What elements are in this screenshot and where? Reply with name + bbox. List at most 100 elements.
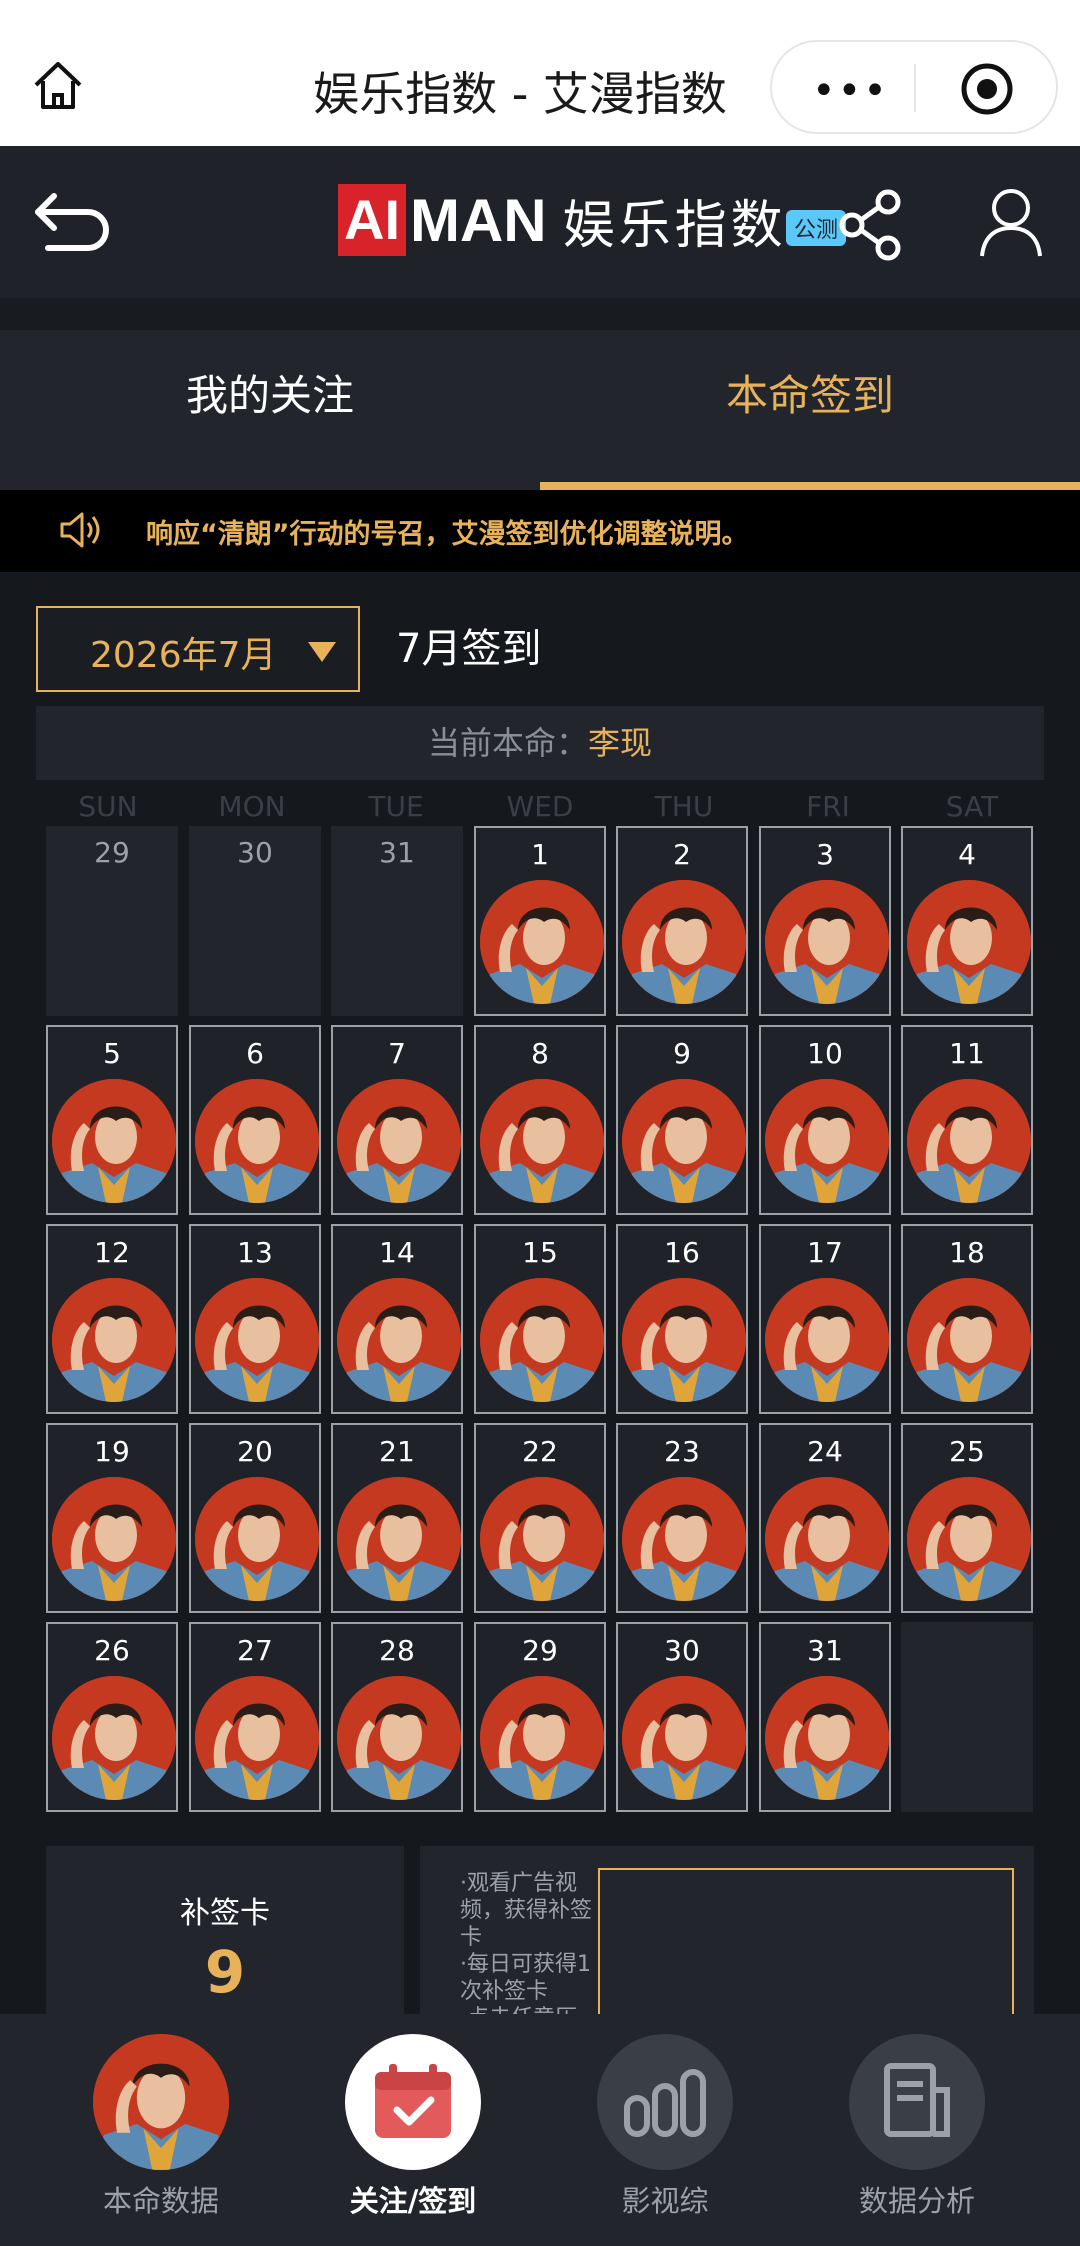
calendar-day-cell[interactable]: 28 bbox=[331, 1622, 463, 1812]
avatar bbox=[93, 2034, 229, 2170]
logo-chinese: 娱乐指数 bbox=[562, 195, 787, 256]
checkin-avatar bbox=[195, 1676, 319, 1800]
checkin-avatar bbox=[907, 1278, 1031, 1402]
checkin-avatar bbox=[622, 880, 746, 1004]
day-number: 24 bbox=[807, 1435, 843, 1468]
day-number: 19 bbox=[94, 1435, 130, 1468]
day-number: 16 bbox=[664, 1236, 700, 1269]
tab-my-follows[interactable]: 我的关注 bbox=[0, 330, 540, 490]
current-bias-label: 当前本命： bbox=[427, 724, 588, 762]
checkin-avatar bbox=[337, 1278, 461, 1402]
tabbar-label: 影视综 bbox=[621, 2184, 709, 2218]
current-bias-bar: 当前本命：李现 bbox=[36, 706, 1044, 780]
makeup-card-count: 9 bbox=[204, 1938, 246, 2006]
notice-banner[interactable]: 响应“清朗”行动的号召，艾漫签到优化调整说明。 bbox=[0, 490, 1080, 572]
calendar-day-cell[interactable]: 25 bbox=[901, 1423, 1033, 1613]
checkin-avatar bbox=[52, 1477, 176, 1601]
calendar-day-cell[interactable]: 9 bbox=[616, 1025, 748, 1215]
calendar-day-cell[interactable]: 21 bbox=[331, 1423, 463, 1613]
tabbar-item-follow-checkin[interactable]: 关注/签到 bbox=[288, 2034, 538, 2220]
tab-bias-checkin[interactable]: 本命签到 bbox=[540, 330, 1080, 490]
tab-bar-top: 我的关注 本命签到 bbox=[0, 330, 1080, 490]
calendar-day-cell[interactable]: 30 bbox=[616, 1622, 748, 1812]
month-dropdown[interactable]: 2026年7月 bbox=[36, 606, 360, 692]
calendar-day-cell[interactable]: 6 bbox=[189, 1025, 321, 1215]
more-dots-icon[interactable]: ••• bbox=[812, 68, 889, 114]
bar-chart-icon bbox=[597, 2034, 733, 2170]
checkin-avatar bbox=[907, 1079, 1031, 1203]
calendar-day-cell[interactable]: 31 bbox=[759, 1622, 891, 1812]
tabbar-item-data-analysis[interactable]: 数据分析 bbox=[792, 2034, 1042, 2220]
checkin-avatar bbox=[480, 1676, 604, 1800]
tabbar-label: 关注/签到 bbox=[349, 2184, 477, 2218]
day-number: 5 bbox=[103, 1037, 121, 1070]
calendar-day-cell[interactable]: 19 bbox=[46, 1423, 178, 1613]
user-icon[interactable] bbox=[978, 186, 1044, 258]
day-number: 21 bbox=[379, 1435, 415, 1468]
calendar-day-cell[interactable]: 5 bbox=[46, 1025, 178, 1215]
calendar-day-cell[interactable]: 1 bbox=[474, 826, 606, 1016]
day-number: 29 bbox=[94, 836, 130, 869]
logo-man: MAN bbox=[410, 186, 547, 254]
calendar-day-cell[interactable]: 29 bbox=[474, 1622, 606, 1812]
checkin-avatar bbox=[765, 1278, 889, 1402]
close-miniprogram-icon[interactable] bbox=[960, 62, 1014, 116]
checkin-avatar bbox=[765, 880, 889, 1004]
calendar-day-cell[interactable]: 22 bbox=[474, 1423, 606, 1613]
checkin-avatar bbox=[622, 1278, 746, 1402]
calendar-day-cell[interactable]: 11 bbox=[901, 1025, 1033, 1215]
day-number: 18 bbox=[949, 1236, 985, 1269]
tabbar-item-bias-data[interactable]: 本命数据 bbox=[36, 2034, 286, 2220]
day-number: 13 bbox=[237, 1236, 273, 1269]
calendar-day-cell[interactable]: 17 bbox=[759, 1224, 891, 1414]
portrait-image bbox=[93, 2034, 229, 2170]
tabbar-label: 数据分析 bbox=[858, 2184, 975, 2218]
notice-text: 响应“清朗”行动的号召，艾漫签到优化调整说明。 bbox=[146, 519, 749, 550]
checkin-avatar bbox=[337, 1676, 461, 1800]
calendar-day-cell[interactable]: 10 bbox=[759, 1025, 891, 1215]
checkin-avatar bbox=[480, 880, 604, 1004]
document-icon bbox=[849, 2034, 985, 2170]
calendar-day-cell[interactable]: 12 bbox=[46, 1224, 178, 1414]
calendar-day-cell[interactable]: 8 bbox=[474, 1025, 606, 1215]
calendar-day-cell[interactable]: 27 bbox=[189, 1622, 321, 1812]
calendar-empty-cell bbox=[901, 1622, 1033, 1812]
weekday-label: SAT bbox=[945, 790, 999, 823]
tabbar-item-film-tv[interactable]: 影视综 bbox=[540, 2034, 790, 2220]
back-icon[interactable] bbox=[30, 186, 114, 262]
day-number: 6 bbox=[246, 1037, 264, 1070]
calendar-day-cell[interactable]: 13 bbox=[189, 1224, 321, 1414]
calendar-day-cell[interactable]: 3 bbox=[759, 826, 891, 1016]
calendar-day-cell[interactable]: 20 bbox=[189, 1423, 321, 1613]
checkin-avatar bbox=[337, 1079, 461, 1203]
day-number: 2 bbox=[673, 838, 691, 871]
calendar-day-cell[interactable]: 14 bbox=[331, 1224, 463, 1414]
weekday-label: THU bbox=[654, 790, 714, 823]
day-number: 3 bbox=[816, 838, 834, 871]
calendar-day-cell[interactable]: 18 bbox=[901, 1224, 1033, 1414]
checkin-avatar bbox=[52, 1676, 176, 1800]
calendar-empty-cell: 29 bbox=[46, 826, 178, 1016]
checkin-avatar bbox=[622, 1676, 746, 1800]
checkin-avatar bbox=[480, 1278, 604, 1402]
app-header: AI MAN 娱乐指数 公测 bbox=[0, 146, 1080, 298]
speaker-icon bbox=[60, 512, 100, 548]
calendar-day-cell[interactable]: 24 bbox=[759, 1423, 891, 1613]
calendar-day-cell[interactable]: 23 bbox=[616, 1423, 748, 1613]
header-gap bbox=[0, 298, 1080, 330]
calendar-day-cell[interactable]: 7 bbox=[331, 1025, 463, 1215]
ad-reward-panel: ·观看广告视频，获得补签卡 ·每日可获得1次补签卡 ·点击任意历 bbox=[420, 1846, 1034, 2031]
share-icon[interactable] bbox=[836, 188, 906, 262]
makeup-card-label: 补签卡 bbox=[180, 1896, 270, 1931]
calendar-day-cell[interactable]: 16 bbox=[616, 1224, 748, 1414]
checkin-avatar bbox=[765, 1079, 889, 1203]
ad-video-box[interactable] bbox=[598, 1868, 1014, 2028]
checkin-avatar bbox=[480, 1079, 604, 1203]
calendar-day-cell[interactable]: 26 bbox=[46, 1622, 178, 1812]
calendar-day-cell[interactable]: 2 bbox=[616, 826, 748, 1016]
weekday-label: FRI bbox=[806, 790, 850, 823]
calendar-day-cell[interactable]: 4 bbox=[901, 826, 1033, 1016]
checkin-avatar bbox=[765, 1477, 889, 1601]
day-number: 27 bbox=[237, 1634, 273, 1667]
calendar-day-cell[interactable]: 15 bbox=[474, 1224, 606, 1414]
